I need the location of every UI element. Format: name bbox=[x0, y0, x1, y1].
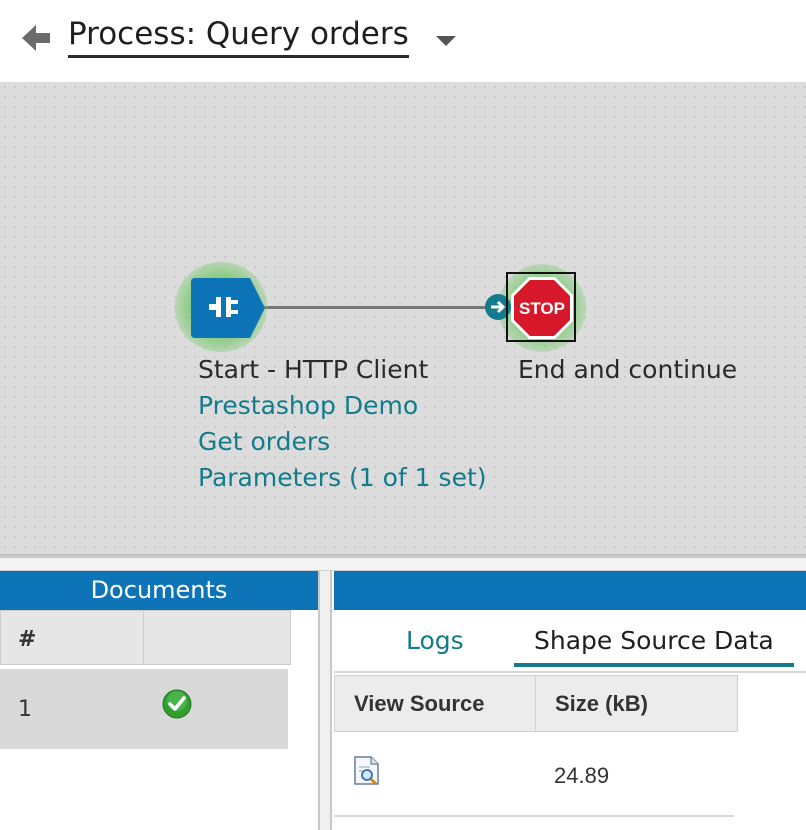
start-shape-title: Start - HTTP Client bbox=[198, 355, 429, 384]
size-value: 24.89 bbox=[554, 763, 610, 788]
tab-logs[interactable]: Logs bbox=[406, 619, 464, 663]
tab-shape-source-data[interactable]: Shape Source Data bbox=[514, 619, 794, 667]
parameters-link[interactable]: Parameters (1 of 1 set) bbox=[198, 460, 487, 496]
column-header-status[interactable] bbox=[143, 610, 291, 665]
stop-sign-text: STOP bbox=[519, 299, 565, 318]
view-document-icon[interactable] bbox=[352, 755, 382, 787]
stop-shape-title: End and continue bbox=[518, 355, 738, 384]
panel-resize-handle[interactable] bbox=[0, 558, 806, 571]
column-header-view-source-label: View Source bbox=[354, 691, 485, 716]
connection-link[interactable]: Prestashop Demo bbox=[198, 388, 418, 424]
table-row: 24.89 bbox=[334, 733, 734, 817]
documents-panel-title: Documents bbox=[0, 571, 318, 610]
connector-line bbox=[262, 306, 490, 309]
plug-connector-icon[interactable] bbox=[190, 277, 266, 339]
documents-panel: Documents # 1 bbox=[0, 571, 318, 830]
details-panel-header bbox=[334, 571, 806, 610]
stop-sign-icon[interactable]: STOP bbox=[510, 276, 574, 340]
page-header: Process: Query orders bbox=[0, 0, 806, 82]
operation-link[interactable]: Get orders bbox=[198, 424, 330, 460]
tab-underline bbox=[334, 671, 806, 673]
caret-down-icon[interactable] bbox=[436, 36, 456, 46]
page-title: Process: Query orders bbox=[68, 15, 409, 58]
check-success-icon bbox=[162, 689, 192, 719]
details-panel: Logs Shape Source Data View Source Size … bbox=[334, 571, 806, 830]
column-header-number-label: # bbox=[18, 627, 37, 652]
document-number: 1 bbox=[18, 697, 32, 722]
column-header-size-label: Size (kB) bbox=[555, 691, 648, 716]
arrow-left-icon[interactable] bbox=[18, 20, 54, 56]
panel-splitter[interactable] bbox=[318, 571, 332, 830]
table-row[interactable]: 1 bbox=[0, 669, 288, 749]
